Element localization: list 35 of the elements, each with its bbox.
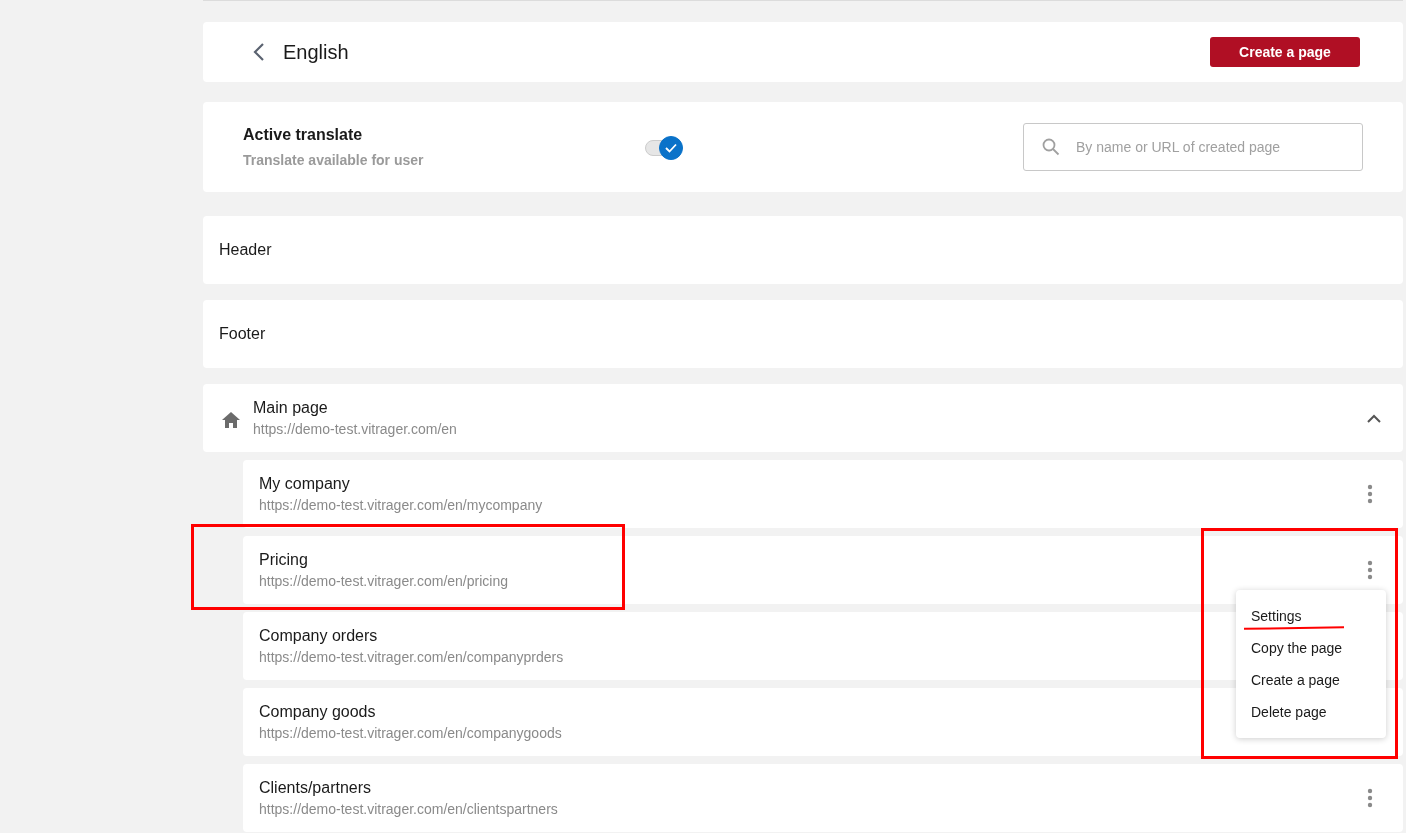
check-icon xyxy=(665,143,677,153)
page-url: https://demo-test.vitrager.com/en xyxy=(253,421,457,437)
page-url: https://demo-test.vitrager.com/en/companyprders xyxy=(259,649,564,665)
page-title: English xyxy=(283,40,349,64)
page-url: https://demo-test.vitrager.com/en/mycompany xyxy=(259,497,543,513)
create-page-button[interactable]: Create a page xyxy=(1210,37,1360,67)
section-row[interactable]: Footer xyxy=(203,300,1403,368)
more-icon[interactable] xyxy=(1367,788,1373,808)
menu-item[interactable]: Delete page xyxy=(1236,696,1386,728)
page-name: Pricing xyxy=(259,551,309,569)
home-icon xyxy=(221,411,241,429)
page-row[interactable]: Pricing https://demo-test.vitrager.com/en/pricing xyxy=(243,536,1403,604)
page-name: Clients/partners xyxy=(259,779,373,797)
page-name: My company xyxy=(259,475,351,493)
page-row[interactable]: Clients/partners https://demo-test.vitrager.com/en/clientspartners xyxy=(243,764,1403,832)
back-icon[interactable] xyxy=(253,42,265,62)
translate-toggle[interactable] xyxy=(645,136,683,158)
page-url: https://demo-test.vitrager.com/en/companygoods xyxy=(259,725,562,741)
page-name: Main page xyxy=(253,399,329,417)
page-name: Company orders xyxy=(259,627,379,645)
section-label: Header xyxy=(219,241,272,259)
menu-item[interactable]: Copy the page xyxy=(1236,632,1386,664)
page-url: https://demo-test.vitrager.com/en/clientspartners xyxy=(259,801,558,817)
section-label: Footer xyxy=(219,325,266,343)
more-icon[interactable] xyxy=(1367,484,1373,504)
page-url: https://demo-test.vitrager.com/en/pricing xyxy=(259,573,508,589)
main-page-row[interactable]: Main page https://demo-test.vitrager.com/en xyxy=(203,384,1403,452)
translate-title: Active translate xyxy=(243,126,364,144)
translate-subtitle: Translate available for user xyxy=(243,152,425,168)
page-name: Company goods xyxy=(259,703,377,721)
more-icon[interactable] xyxy=(1367,560,1373,580)
section-row[interactable]: Header xyxy=(203,216,1403,284)
chevron-icon[interactable] xyxy=(1367,413,1381,423)
search-field[interactable]: By name or URL of created page xyxy=(1023,123,1363,171)
page-row[interactable]: My company https://demo-test.vitrager.com/en/mycompany xyxy=(243,460,1403,528)
